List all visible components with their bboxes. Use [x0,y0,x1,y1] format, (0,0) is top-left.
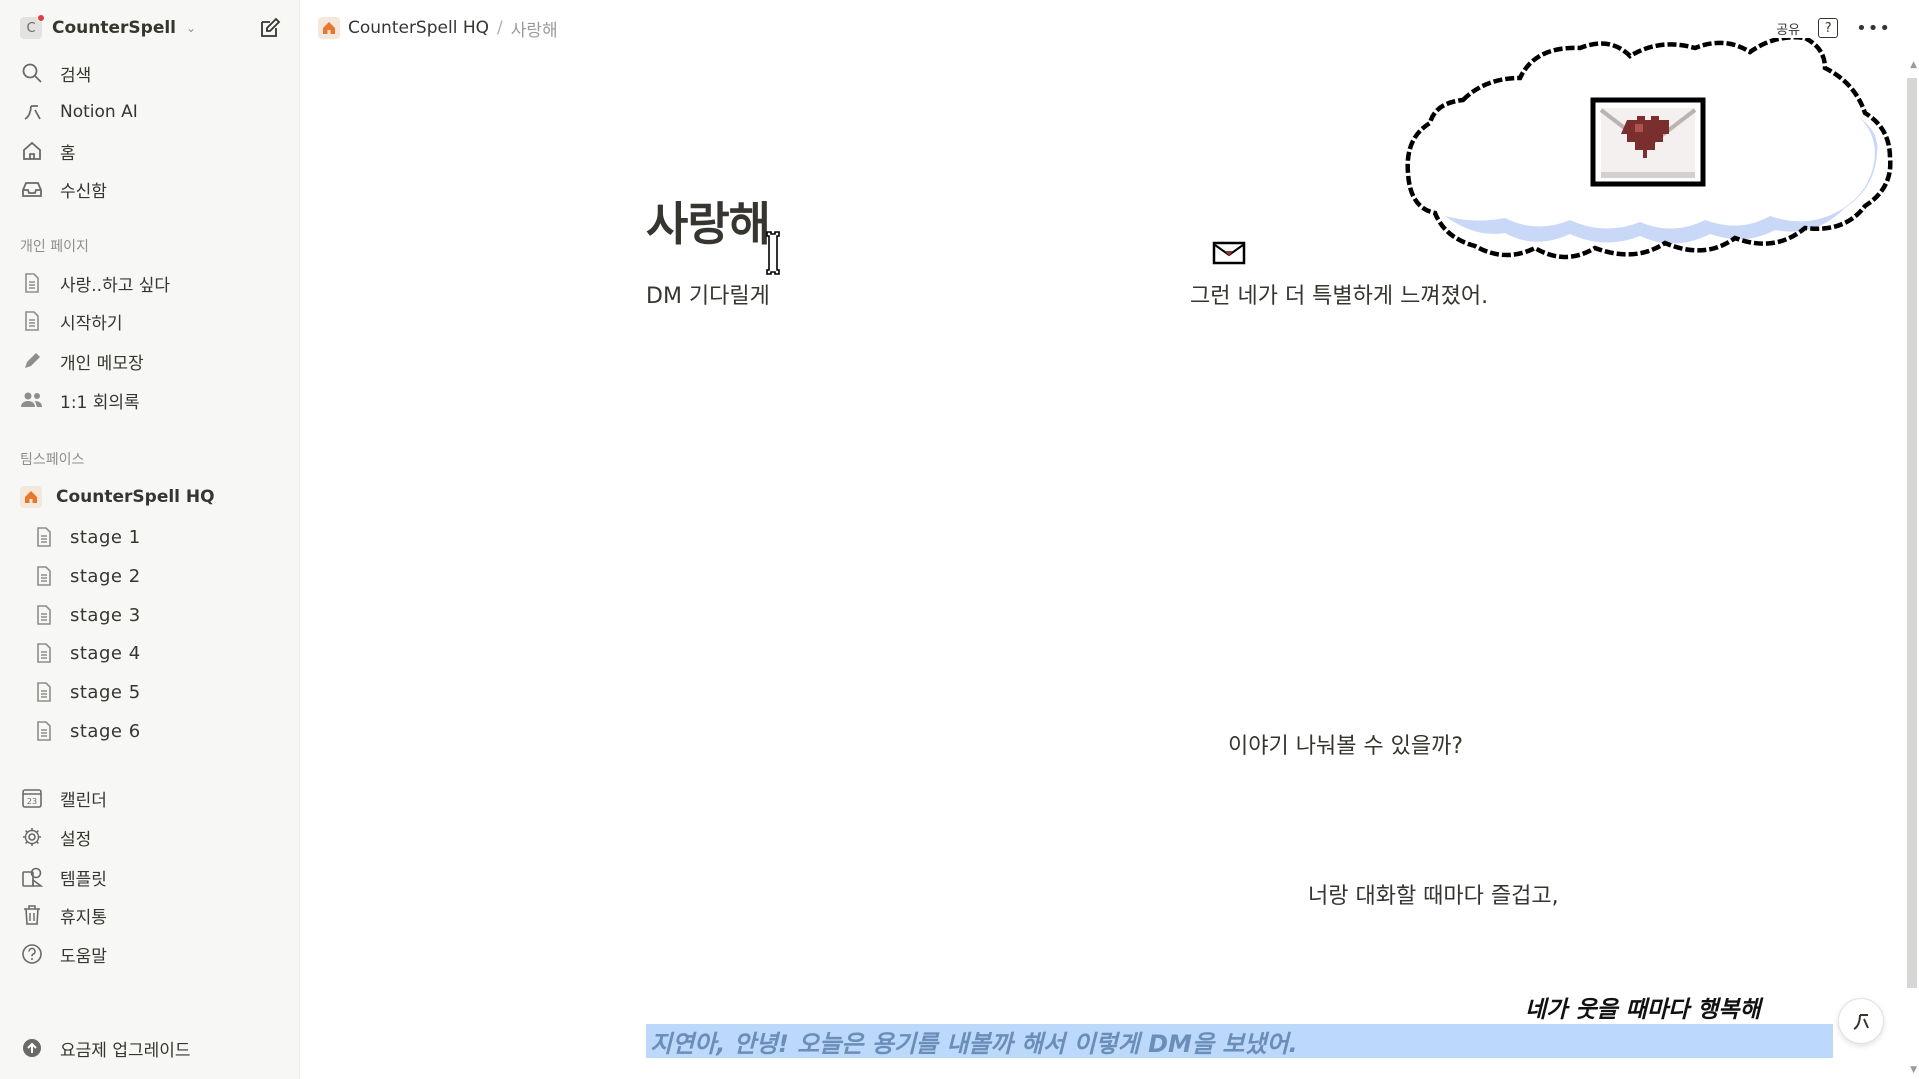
sidebar-item-teamspace[interactable]: CounterSpell HQ [20,482,290,512]
sidebar: C CounterSpell ⌄ 검색 Notion AI 홈 수신함 개인 페… [0,0,300,1079]
sidebar-item-label: 캘린더 [60,790,107,811]
highlighted-text-line[interactable]: 지연아, 안녕! 오늘은 용기를 내볼까 해서 이렇게 DM을 보냈어. [646,1024,1833,1058]
pixel-cloud-letter-image [1405,38,1893,260]
compose-icon [261,17,281,37]
sidebar-item-templates[interactable]: 템플릿 [20,862,290,892]
sidebar-item-stage-6[interactable]: stage 6 [32,716,302,746]
sidebar-item-inbox[interactable]: 수신함 [20,174,290,204]
page-icon [20,309,44,333]
teamspace-section-heading: 팀스페이스 [20,452,85,468]
sidebar-item-label: 홈 [60,143,76,164]
svg-text:23: 23 [27,797,37,806]
text-line-talk[interactable]: 이야기 나눠볼 수 있을까? [1228,728,1463,760]
help-icon [20,942,44,966]
sidebar-item-stage-1[interactable]: stage 1 [32,522,302,552]
sidebar-item-calendar[interactable]: 23 캘린더 [20,783,290,813]
sidebar-item-label: stage 1 [70,526,141,548]
scroll-thumb[interactable] [1907,78,1917,988]
sidebar-item-label: 1:1 회의록 [60,392,140,413]
workspace-switcher[interactable]: C CounterSpell ⌄ [20,14,196,42]
sidebar-item-label: 검색 [60,65,92,86]
sidebar-item-home[interactable]: 홈 [20,136,290,166]
sidebar-item-label: stage 2 [70,565,141,587]
page-icon [32,680,56,704]
page-icon [32,719,56,743]
sidebar-item-stage-3[interactable]: stage 3 [32,600,302,630]
sidebar-item-page[interactable]: 사랑..하고 싶다 [20,268,290,298]
page-scrollbar[interactable]: ▲ ▼ [1905,60,1919,1079]
more-options-button[interactable]: ••• [1856,18,1891,39]
template-icon [20,865,44,889]
breadcrumb: CounterSpell HQ / 사랑해 [318,14,558,42]
page-icon [32,564,56,588]
share-button[interactable]: 공유 [1776,19,1800,38]
sidebar-item-label: 휴지통 [60,907,107,928]
sidebar-item-label: stage 4 [70,642,141,664]
trash-icon [20,903,44,927]
new-page-button[interactable] [258,16,282,40]
sidebar-item-stage-4[interactable]: stage 4 [32,638,302,668]
page-icon [32,525,56,549]
arrow-up-circle-icon [20,1036,44,1060]
highlighted-text: 지연아, 안녕! 오늘은 용기를 내볼까 해서 이렇게 DM을 보냈어. [650,1029,1298,1058]
sidebar-item-label: 개인 메모장 [60,353,144,374]
page-title[interactable]: 사랑해 [646,188,771,254]
upgrade-label: 요금제 업그레이드 [60,1040,191,1061]
workspace-avatar: C [20,14,45,39]
sidebar-item-help[interactable]: 도움말 [20,939,290,969]
gear-icon [20,825,44,849]
help-button[interactable]: ? [1818,18,1839,38]
scroll-up-arrow-icon[interactable]: ▲ [1910,60,1917,70]
text-line-dm[interactable]: DM 기다릴게 [646,278,770,310]
page-icon [32,603,56,627]
notion-ai-icon [1853,1014,1869,1030]
pencil-icon [20,349,44,373]
text-cursor-icon [766,231,780,275]
breadcrumb-page[interactable]: 사랑해 [511,16,558,41]
sidebar-item-page[interactable]: 1:1 회의록 [20,385,290,415]
text-line-special[interactable]: 그런 네가 더 특별하게 느껴졌어. [1190,278,1488,310]
breadcrumb-workspace[interactable]: CounterSpell HQ [348,18,489,38]
sidebar-item-stage-2[interactable]: stage 2 [32,561,302,591]
sidebar-item-label: 사랑..하고 싶다 [60,275,171,296]
envelope-icon [1212,241,1246,265]
sidebar-item-label: 도움말 [60,946,107,967]
page-icon [32,641,56,665]
home-icon [20,139,44,163]
text-line-happy[interactable]: 네가 웃을 때마다 행복해 [1525,990,1761,1024]
sidebar-item-stage-5[interactable]: stage 5 [32,677,302,707]
sidebar-item-label: 시작하기 [60,313,123,334]
calendar-icon: 23 [20,786,44,810]
home-icon [20,486,42,508]
workspace-name: CounterSpell [52,18,176,38]
sidebar-item-settings[interactable]: 설정 [20,822,290,852]
breadcrumb-separator: / [497,18,503,38]
sidebar-item-page[interactable]: 시작하기 [20,306,290,336]
sidebar-item-notion-ai[interactable]: Notion AI [20,97,290,127]
sidebar-item-trash[interactable]: 휴지통 [20,900,290,930]
sidebar-item-label: stage 6 [70,720,141,742]
scroll-down-arrow-icon[interactable]: ▼ [1910,1065,1917,1075]
sidebar-item-label: 설정 [60,829,92,850]
text-line-fun[interactable]: 너랑 대화할 때마다 즐겁고, [1308,878,1559,910]
sidebar-item-label: 수신함 [60,181,107,202]
sidebar-item-label: 템플릿 [60,869,107,890]
private-section-heading: 개인 페이지 [20,239,89,255]
sidebar-item-label: stage 5 [70,681,141,703]
sidebar-item-search[interactable]: 검색 [20,58,290,88]
inbox-icon [20,177,44,201]
notion-ai-button[interactable] [1838,998,1884,1044]
notion-ai-icon [20,100,44,124]
people-icon [20,388,44,412]
page-icon [20,271,44,295]
sidebar-item-label: CounterSpell HQ [56,487,215,507]
sidebar-item-page[interactable]: 개인 메모장 [20,346,290,376]
chevron-down-icon: ⌄ [186,21,197,35]
home-icon [318,17,340,39]
notification-dot [37,14,45,22]
sidebar-item-label: stage 3 [70,604,141,626]
sidebar-item-label: Notion AI [60,102,138,122]
upgrade-plan-button[interactable]: 요금제 업그레이드 [20,1033,290,1063]
search-icon [20,61,44,85]
